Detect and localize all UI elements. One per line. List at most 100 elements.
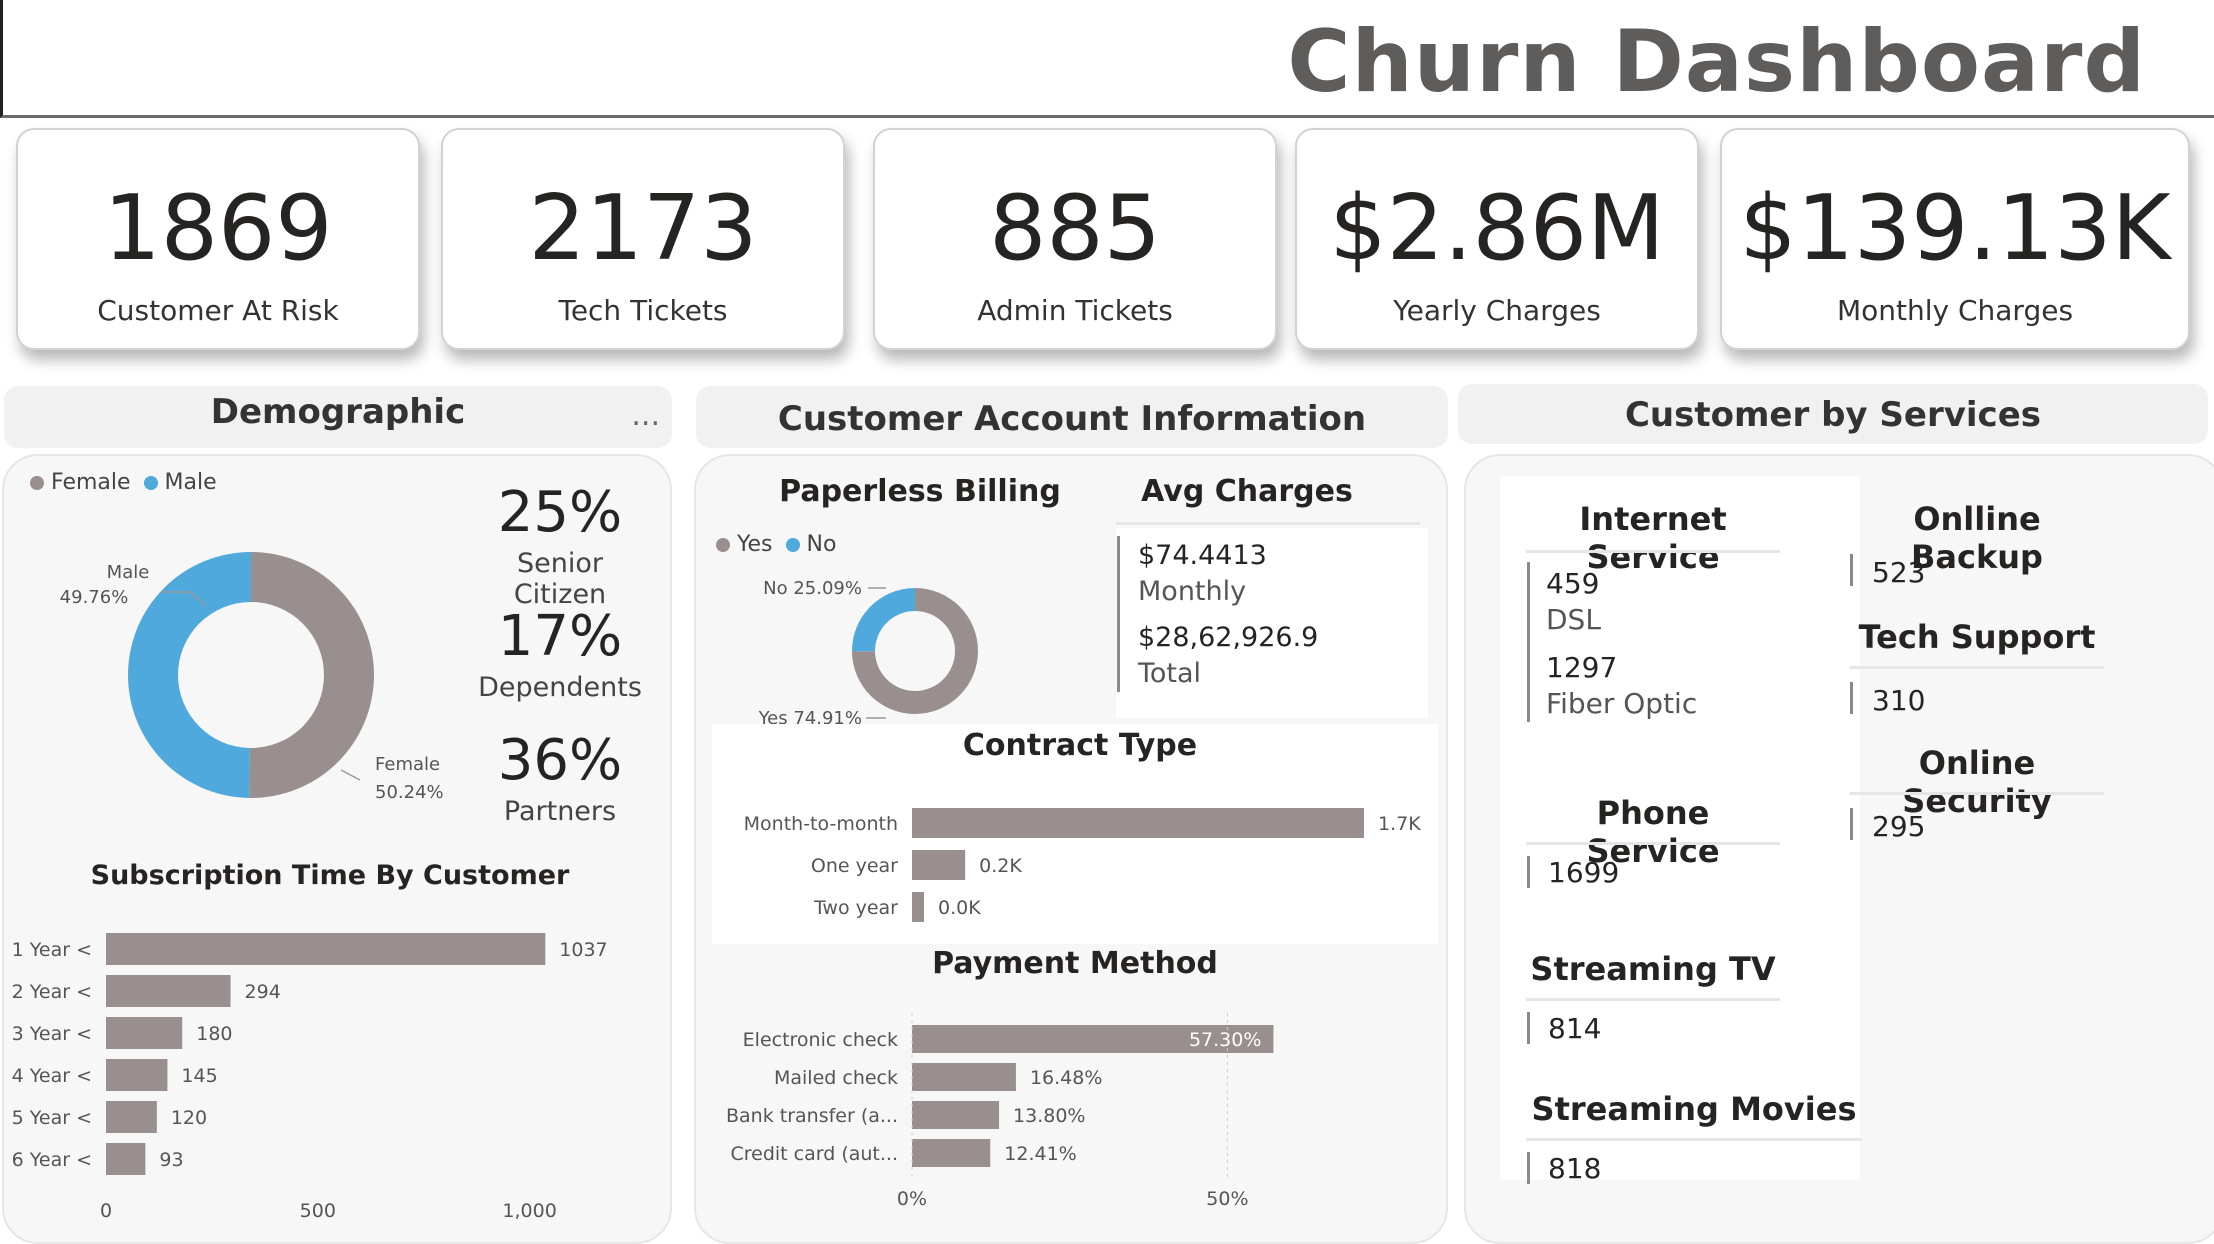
avg-monthly: $74.4413 Monthly [1138, 538, 1267, 610]
leader-line-female [340, 769, 361, 781]
axis-tick-label: 0 [100, 1200, 112, 1222]
tech-support-divider [1850, 666, 2104, 669]
donut-label-female-name: Female [375, 754, 440, 775]
bar[interactable] [912, 892, 924, 922]
internet-service-title: Internet Service [1579, 500, 1727, 576]
bar[interactable] [106, 933, 546, 965]
bar-category-label: Two year [813, 897, 898, 919]
fiber-value: 1297 [1546, 651, 1618, 684]
bar-data-label: 0.2K [979, 855, 1022, 877]
stat-label: Dependents [478, 672, 642, 703]
kpi-value: 2173 [528, 176, 758, 281]
bar-category-label: 3 Year < [12, 1023, 92, 1045]
bar-category-label: Electronic check [743, 1029, 898, 1051]
tech-support-value: 310 [1872, 684, 1926, 717]
page-title: Churn Dashboard [1287, 12, 2146, 112]
kpi-card-monthly-charges[interactable]: $139.13K Monthly Charges [1720, 128, 2190, 350]
avg-total: $28,62,926.9 Total [1138, 620, 1318, 692]
avg-total-value: $28,62,926.9 [1138, 622, 1319, 653]
bar-data-label: 13.80% [1013, 1105, 1085, 1127]
payment-bar-chart: Electronic check 57.30% Mailed check 16.48%… [726, 1013, 1274, 1210]
bar-category-label: One year [811, 855, 898, 877]
kpi-value: $139.13K [1739, 176, 2171, 281]
kpi-value: $2.86M [1329, 176, 1665, 281]
internet-divider [1526, 550, 1780, 553]
stat-senior-citizen: 25% Senior Citizen [470, 478, 650, 610]
bar-category-label: 2 Year < [12, 981, 92, 1003]
gender-donut-chart: Male 49.76% Female 50.24% [60, 552, 444, 803]
kpi-card-customer-at-risk[interactable]: 1869 Customer At Risk [16, 128, 420, 350]
bar[interactable] [912, 1101, 1000, 1129]
kpi-label: Customer At Risk [97, 294, 339, 327]
bar-data-label: 1037 [559, 939, 607, 961]
donut-label-male-pct: 49.76% [60, 587, 129, 608]
contract-bar-chart: Month-to-month 1.7K One year 0.2K Two year 0.… [744, 808, 1421, 922]
bar-data-label: 16.48% [1030, 1067, 1102, 1089]
streaming-tv-title: Streaming TV [1530, 950, 1776, 988]
bar-data-label: 0.0K [938, 897, 981, 919]
streaming-movies-accent [1527, 1152, 1530, 1184]
legend-no-dot [785, 538, 800, 552]
streaming-tv-accent [1527, 1012, 1530, 1044]
kpi-card-admin-tickets[interactable]: 885 Admin Tickets [873, 128, 1277, 350]
contract-title: Contract Type [962, 728, 1198, 763]
tech-support-title: Tech Support [1858, 618, 2096, 656]
bar[interactable] [912, 850, 966, 880]
streaming-movies-title: Streaming Movies [1531, 1090, 1857, 1128]
section-header-demographic: Demographic ... [4, 386, 672, 448]
online-security-value: 295 [1872, 810, 1926, 843]
bar[interactable] [106, 1017, 183, 1049]
bar-data-label: 57.30% [1189, 1029, 1261, 1051]
section-title: Demographic [210, 392, 466, 432]
paperless-title: Paperless Billing [779, 474, 1061, 509]
bar[interactable] [106, 1143, 146, 1175]
donut-slice-male[interactable] [128, 552, 251, 798]
stat-label: Partners [503, 796, 617, 827]
bar-data-label: 145 [181, 1065, 217, 1087]
legend-male-dot [143, 476, 158, 490]
streaming-movies-divider [1526, 1138, 1862, 1141]
kpi-card-tech-tickets[interactable]: 2173 Tech Tickets [441, 128, 845, 350]
axis-tick-label: 1,000 [502, 1200, 556, 1222]
section-header-services: Customer by Services [1458, 384, 2208, 444]
stat-value: 36% [497, 728, 623, 793]
donut-label-no: No 25.09% [763, 578, 862, 599]
streaming-tv-value: 814 [1548, 1012, 1602, 1045]
axis-tick-label: 0% [897, 1188, 927, 1210]
legend-female-dot [30, 476, 44, 490]
bar[interactable] [106, 975, 231, 1007]
subscription-bar-chart: 1 Year < 1037 2 Year < 294 3 Year < 180 4 Year… [12, 933, 608, 1222]
fiber-label: Fiber Optic [1546, 687, 1698, 720]
paperless-donut-chart: No 25.09% Yes 74.91% [758, 578, 978, 729]
bar-category-label: Bank transfer (a... [726, 1105, 898, 1127]
kpi-label: Yearly Charges [1393, 294, 1601, 327]
gender-legend: Female Male [30, 470, 217, 495]
bar[interactable] [912, 1063, 1016, 1091]
phone-accent [1527, 856, 1530, 888]
legend-male-label: Male [164, 470, 217, 495]
bar-category-label: Month-to-month [744, 813, 898, 835]
bar[interactable] [106, 1101, 157, 1133]
phone-divider [1526, 842, 1780, 845]
bar-data-label: 294 [245, 981, 281, 1003]
kpi-card-yearly-charges[interactable]: $2.86M Yearly Charges [1295, 128, 1699, 350]
bar-data-label: 120 [171, 1107, 207, 1129]
bar-data-label: 1.7K [1378, 813, 1421, 835]
legend-no-label: No [806, 532, 837, 557]
bar[interactable] [912, 1139, 991, 1167]
kpi-label: Admin Tickets [977, 294, 1173, 327]
donut-slice-female[interactable] [249, 552, 375, 798]
kpi-label: Tech Tickets [558, 294, 728, 327]
streaming-movies-value: 818 [1548, 1152, 1602, 1185]
bar[interactable] [912, 808, 1364, 838]
avg-total-label: Total [1138, 658, 1202, 689]
bar[interactable] [106, 1059, 168, 1091]
bar-category-label: Mailed check [774, 1067, 898, 1089]
paperless-legend: Yes No [716, 532, 836, 557]
section-title: Customer by Services [1624, 395, 2042, 435]
more-options-icon[interactable]: ... [631, 390, 660, 442]
phone-value: 1699 [1548, 856, 1620, 889]
stat-partners: 36% Partners [470, 726, 650, 827]
bar-category-label: Credit card (aut... [730, 1143, 898, 1165]
payment-title: Payment Method [932, 946, 1218, 981]
